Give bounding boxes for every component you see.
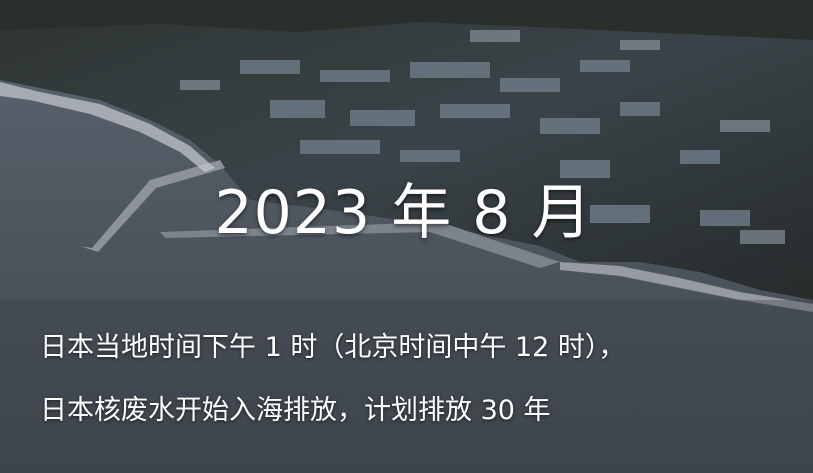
- caption-line: 日本当地时间下午 1 时（北京时间中午 12 时），: [40, 332, 626, 363]
- news-graphic: 2023 年 8 月 日本当地时间下午 1 时（北京时间中午 12 时）， 日本…: [0, 0, 813, 473]
- caption-line: 日本核废水开始入海排放，计划排放 30 年: [40, 395, 551, 426]
- headline: 2023 年 8 月: [214, 178, 593, 248]
